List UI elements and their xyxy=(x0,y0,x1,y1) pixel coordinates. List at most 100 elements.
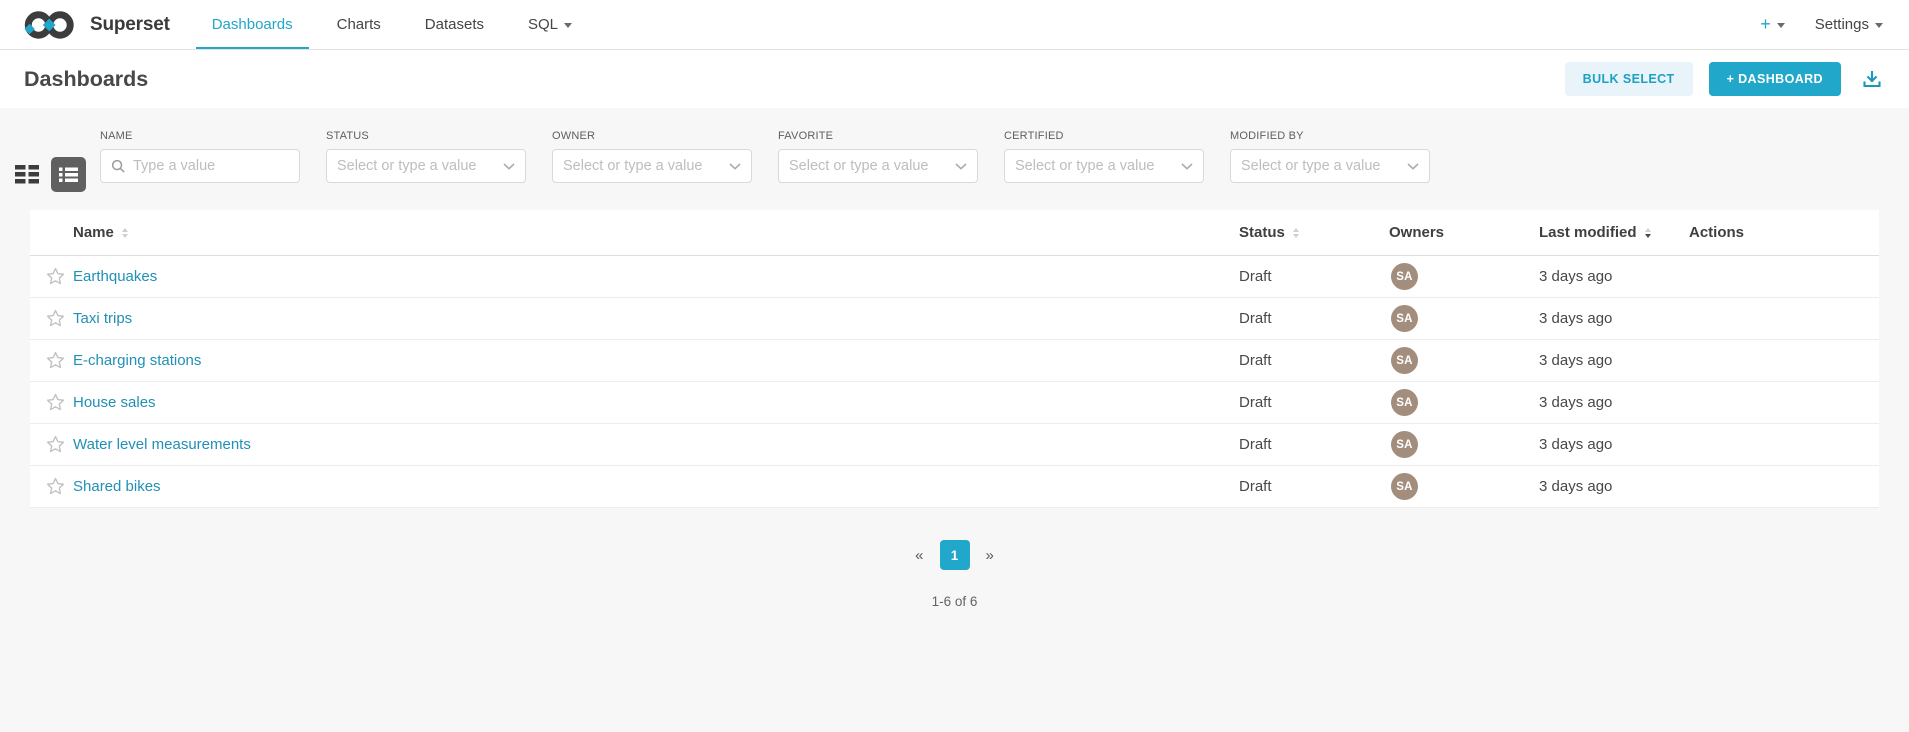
favorite-star-button[interactable] xyxy=(46,267,65,286)
star-icon xyxy=(46,267,65,286)
page-1-button[interactable]: 1 xyxy=(940,540,970,570)
nav-item-charts[interactable]: Charts xyxy=(337,0,381,49)
status-text: Draft xyxy=(1239,394,1272,411)
chevron-down-icon xyxy=(503,163,515,170)
list-view-toggle[interactable] xyxy=(51,157,86,192)
last-modified-text: 3 days ago xyxy=(1539,436,1612,453)
table-row: Shared bikes Draft SA 3 days ago xyxy=(30,466,1879,508)
star-icon xyxy=(46,435,65,454)
filter-bar: NAME STATUS Select or type a value xyxy=(0,130,1909,192)
name-filter-input[interactable] xyxy=(133,158,289,174)
page-subheader: Dashboards BULK SELECT + DASHBOARD xyxy=(0,50,1909,108)
table-header-row: Name Status Owners Last modified xyxy=(30,210,1879,256)
status-filter-select[interactable]: Select or type a value xyxy=(326,149,526,183)
settings-menu-button[interactable]: Settings xyxy=(1815,16,1883,33)
dashboard-link[interactable]: Shared bikes xyxy=(73,478,161,495)
bulk-select-button[interactable]: BULK SELECT xyxy=(1565,62,1693,96)
column-header-last-modified[interactable]: Last modified xyxy=(1539,224,1689,241)
subheader-actions: BULK SELECT + DASHBOARD xyxy=(1565,62,1883,96)
page-title: Dashboards xyxy=(24,67,148,92)
import-dashboards-button[interactable] xyxy=(1861,68,1883,90)
chevron-down-icon xyxy=(1181,163,1193,170)
owner-avatar: SA xyxy=(1391,305,1418,332)
dashboard-link[interactable]: Taxi trips xyxy=(73,310,132,327)
results-summary: 1-6 of 6 xyxy=(0,594,1909,609)
pagination: « 1 » xyxy=(0,540,1909,570)
view-toggles xyxy=(15,157,86,192)
filter-name: NAME xyxy=(100,130,300,183)
column-header-status[interactable]: Status xyxy=(1239,224,1389,241)
dashboard-link[interactable]: House sales xyxy=(73,394,156,411)
dashboard-link[interactable]: E-charging stations xyxy=(73,352,201,369)
new-item-menu-button[interactable]: + xyxy=(1760,14,1785,35)
filters: NAME STATUS Select or type a value xyxy=(100,130,1430,183)
filter-label: MODIFIED BY xyxy=(1230,130,1430,142)
table-row: Water level measurements Draft SA 3 days… xyxy=(30,424,1879,466)
nav-item-sql[interactable]: SQL xyxy=(528,0,572,49)
star-icon xyxy=(46,477,65,496)
card-view-toggle[interactable] xyxy=(15,165,39,184)
chevron-down-icon xyxy=(955,163,967,170)
table-row: Earthquakes Draft SA 3 days ago xyxy=(30,256,1879,298)
favorite-star-button[interactable] xyxy=(46,393,65,412)
dashboards-table: Name Status Owners Last modified xyxy=(30,210,1879,508)
modified-by-filter-select[interactable]: Select or type a value xyxy=(1230,149,1430,183)
last-modified-text: 3 days ago xyxy=(1539,310,1612,327)
brand[interactable]: Superset xyxy=(22,0,170,49)
superset-logo-icon xyxy=(22,9,80,41)
chevron-down-icon xyxy=(729,163,741,170)
navbar-right: + Settings xyxy=(1760,0,1883,49)
certified-filter-select[interactable]: Select or type a value xyxy=(1004,149,1204,183)
nav-item-datasets[interactable]: Datasets xyxy=(425,0,484,49)
star-icon xyxy=(46,309,65,328)
table-row: House sales Draft SA 3 days ago xyxy=(30,382,1879,424)
filter-certified: CERTIFIED Select or type a value xyxy=(1004,130,1204,183)
download-icon xyxy=(1861,68,1883,90)
owner-avatar: SA xyxy=(1391,389,1418,416)
search-icon xyxy=(111,159,126,174)
grid-view-icon xyxy=(15,165,39,184)
status-text: Draft xyxy=(1239,310,1272,327)
filter-owner: OWNER Select or type a value xyxy=(552,130,752,183)
dashboard-link[interactable]: Earthquakes xyxy=(73,268,157,285)
new-dashboard-button[interactable]: + DASHBOARD xyxy=(1709,62,1841,96)
filter-modified-by: MODIFIED BY Select or type a value xyxy=(1230,130,1430,183)
next-page-button[interactable]: » xyxy=(982,545,998,566)
name-filter-control[interactable] xyxy=(100,149,300,183)
content-area: NAME STATUS Select or type a value xyxy=(0,108,1909,609)
last-modified-text: 3 days ago xyxy=(1539,478,1612,495)
filter-label: STATUS xyxy=(326,130,526,142)
list-view-icon xyxy=(59,165,78,184)
status-text: Draft xyxy=(1239,268,1272,285)
favorite-star-button[interactable] xyxy=(46,435,65,454)
nav-item-dashboards[interactable]: Dashboards xyxy=(212,0,293,49)
filter-favorite: FAVORITE Select or type a value xyxy=(778,130,978,183)
dashboard-link[interactable]: Water level measurements xyxy=(73,436,251,453)
column-header-owners: Owners xyxy=(1389,224,1539,241)
column-header-actions: Actions xyxy=(1689,224,1879,241)
favorite-star-button[interactable] xyxy=(46,351,65,370)
table-row: Taxi trips Draft SA 3 days ago xyxy=(30,298,1879,340)
favorite-star-button[interactable] xyxy=(46,309,65,328)
table-row: E-charging stations Draft SA 3 days ago xyxy=(30,340,1879,382)
owner-avatar: SA xyxy=(1391,347,1418,374)
main-nav: Dashboards Charts Datasets SQL xyxy=(212,0,616,49)
star-icon xyxy=(46,393,65,412)
prev-page-button[interactable]: « xyxy=(911,545,927,566)
caret-down-icon xyxy=(1777,23,1785,28)
favorite-star-button[interactable] xyxy=(46,477,65,496)
owner-filter-select[interactable]: Select or type a value xyxy=(552,149,752,183)
status-text: Draft xyxy=(1239,436,1272,453)
plus-icon: + xyxy=(1760,14,1771,35)
filter-label: FAVORITE xyxy=(778,130,978,142)
sort-icon xyxy=(1293,228,1299,238)
column-header-name[interactable]: Name xyxy=(73,224,1239,241)
caret-down-icon xyxy=(564,23,572,28)
last-modified-text: 3 days ago xyxy=(1539,268,1612,285)
chevron-down-icon xyxy=(1407,163,1419,170)
filter-status: STATUS Select or type a value xyxy=(326,130,526,183)
owner-avatar: SA xyxy=(1391,263,1418,290)
favorite-filter-select[interactable]: Select or type a value xyxy=(778,149,978,183)
owner-avatar: SA xyxy=(1391,473,1418,500)
last-modified-text: 3 days ago xyxy=(1539,394,1612,411)
